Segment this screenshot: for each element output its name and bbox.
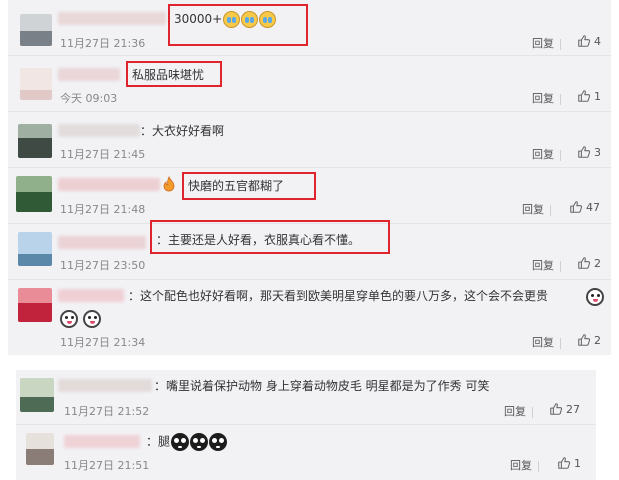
comment-time: 11月27日 21:48	[60, 203, 146, 216]
comment-text: ：嘴里说着保护动物 身上穿着动物皮毛 明星都是为了作秀 可笑	[154, 379, 490, 393]
reply-button[interactable]: 回复	[510, 459, 532, 472]
comment-text: ：这个配色也好好看啊，那天看到欧美明星穿单色的要八万多，这个会不会更贵	[128, 289, 549, 303]
like-count: 2	[594, 333, 601, 347]
thumbs-up-icon	[569, 200, 583, 214]
reply-group: 回复	[532, 334, 567, 350]
reply-group: 回复	[532, 257, 567, 273]
username[interactable]	[58, 236, 146, 249]
comment-item: 快磨的五官都糊了 11月27日 21:48 回复 47	[8, 168, 611, 224]
comment-item: ：主要还是人好看，衣服真心看不懂。 11月27日 23:50 回复 2	[8, 220, 611, 280]
reply-button[interactable]: 回复	[522, 203, 544, 216]
like-button[interactable]: 3	[577, 145, 601, 159]
like-count: 47	[586, 200, 600, 214]
like-button[interactable]: 4	[577, 34, 601, 48]
black-face-emoji	[209, 433, 228, 451]
like-button[interactable]: 2	[577, 333, 601, 347]
thumbs-up-icon	[577, 145, 591, 159]
username[interactable]	[58, 178, 160, 191]
like-count: 1	[574, 456, 581, 470]
crying-face-emoji	[241, 11, 259, 28]
comment-time: 11月27日 21:51	[64, 459, 150, 472]
avatar[interactable]	[18, 288, 52, 322]
avatar[interactable]	[26, 433, 54, 465]
reply-button[interactable]: 回复	[532, 259, 554, 272]
like-button[interactable]: 1	[577, 89, 601, 103]
reply-group: 回复	[510, 457, 545, 473]
comment-time: 11月27日 21:45	[60, 148, 146, 161]
reply-group: 回复	[522, 201, 557, 217]
username[interactable]	[58, 12, 166, 25]
doge-emoji	[60, 309, 78, 328]
comment-item: 30000+ 11月27日 21:36 回复 4	[8, 0, 611, 56]
thumbs-up-icon	[549, 402, 563, 416]
comment-list-bottom: ：嘴里说着保护动物 身上穿着动物皮毛 明星都是为了作秀 可笑 11月27日 21…	[16, 370, 596, 480]
reply-group: 回复	[532, 35, 567, 51]
avatar[interactable]	[16, 176, 52, 212]
thumbs-up-icon	[577, 89, 591, 103]
comment-time: 11月27日 21:52	[64, 405, 150, 418]
doge-emoji	[83, 309, 102, 328]
like-count: 3	[594, 145, 601, 159]
username[interactable]	[64, 435, 140, 448]
doge-emoji	[586, 287, 604, 306]
comment-list-top: 30000+ 11月27日 21:36 回复 4 私服品味堪忧 今天 09:03…	[8, 0, 611, 355]
crying-face-emoji	[223, 11, 241, 28]
fire-emoji	[163, 176, 175, 192]
comment-item: ：这个配色也好好看啊，那天看到欧美明星穿单色的要八万多，这个会不会更贵 11月2…	[8, 280, 611, 355]
like-count: 4	[594, 34, 601, 48]
black-face-emoji	[190, 433, 209, 451]
avatar[interactable]	[18, 124, 52, 158]
like-button[interactable]: 2	[577, 256, 601, 270]
comment-text: 快磨的五官都糊了	[188, 179, 285, 193]
like-count: 1	[594, 89, 601, 103]
username[interactable]	[58, 289, 124, 302]
comment-item: ：腿 11月27日 21:51 回复 1	[16, 425, 596, 480]
like-count: 27	[566, 402, 580, 416]
thumbs-up-icon	[577, 34, 591, 48]
like-button[interactable]: 47	[569, 200, 600, 214]
reply-button[interactable]: 回复	[532, 148, 554, 161]
reply-group: 回复	[532, 90, 567, 106]
username[interactable]	[58, 68, 120, 81]
comment-item: ：嘴里说着保护动物 身上穿着动物皮毛 明星都是为了作秀 可笑 11月27日 21…	[16, 370, 596, 425]
reply-button[interactable]: 回复	[532, 336, 554, 349]
avatar[interactable]	[18, 232, 52, 266]
like-count: 2	[594, 256, 601, 270]
comment-time: 11月27日 21:34	[60, 336, 146, 349]
thumbs-up-icon	[557, 456, 571, 470]
reply-group: 回复	[504, 403, 539, 419]
avatar[interactable]	[20, 14, 52, 46]
comment-time: 11月27日 23:50	[60, 259, 146, 272]
comment-time: 11月27日 21:36	[60, 37, 146, 50]
like-button[interactable]: 27	[549, 402, 580, 416]
black-face-emoji	[171, 433, 190, 451]
comment-text: 30000+	[174, 12, 223, 26]
username[interactable]	[58, 124, 140, 137]
comment-item: 私服品味堪忧 今天 09:03 回复 1	[8, 56, 611, 112]
comment-text: 私服品味堪忧	[132, 68, 205, 82]
avatar[interactable]	[20, 68, 52, 100]
comment-time: 今天 09:03	[60, 92, 118, 105]
thumbs-up-icon	[577, 333, 591, 347]
comment-text: ：主要还是人好看，衣服真心看不懂。	[156, 233, 361, 247]
like-button[interactable]: 1	[557, 456, 581, 470]
reply-group: 回复	[532, 146, 567, 162]
comment-text: ：大衣好好看啊	[140, 124, 225, 138]
username[interactable]	[58, 379, 152, 392]
crying-face-emoji	[259, 11, 277, 28]
reply-button[interactable]: 回复	[532, 37, 554, 50]
comment-item: ：大衣好好看啊 11月27日 21:45 回复 3	[8, 112, 611, 168]
reply-button[interactable]: 回复	[504, 405, 526, 418]
avatar[interactable]	[20, 378, 54, 412]
thumbs-up-icon	[577, 256, 591, 270]
comment-text: ：腿	[146, 434, 171, 449]
emoji-row	[60, 308, 102, 328]
reply-button[interactable]: 回复	[532, 92, 554, 105]
